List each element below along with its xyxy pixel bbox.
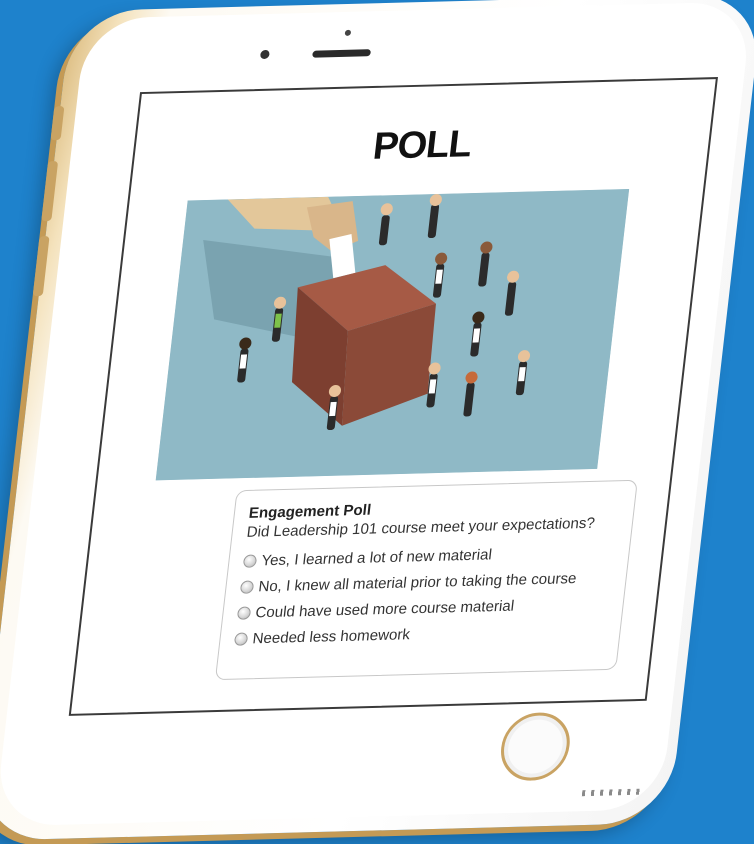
poll-option[interactable]: No, I knew all material prior to taking … — [239, 569, 613, 596]
smartphone-mockup: POLL Engagement Poll Did Leadership 101 … — [0, 0, 754, 841]
poll-option[interactable]: Needed less homework — [233, 621, 607, 648]
poll-option-label: Could have used more course material — [254, 597, 516, 622]
ballot-box-illustration — [155, 188, 630, 481]
phone-face: POLL Engagement Poll Did Leadership 101 … — [0, 1, 753, 827]
poll-option-label: No, I knew all material prior to taking … — [257, 570, 578, 596]
page-title: POLL — [370, 123, 474, 168]
radio-button[interactable] — [239, 580, 255, 594]
poll-card: Engagement Poll Did Leadership 101 cours… — [214, 479, 638, 681]
poll-option[interactable]: Could have used more course material — [236, 595, 610, 622]
poll-option[interactable]: Yes, I learned a lot of new material — [242, 543, 615, 570]
radio-button[interactable] — [233, 632, 249, 646]
voting-illustration-icon — [155, 188, 630, 481]
home-button[interactable] — [497, 711, 574, 782]
poll-option-label: Needed less homework — [251, 626, 411, 648]
phone-screen: POLL Engagement Poll Did Leadership 101 … — [68, 77, 718, 716]
front-camera-icon — [259, 49, 270, 60]
radio-button[interactable] — [236, 606, 252, 620]
earpiece-speaker — [312, 49, 372, 58]
poll-option-label: Yes, I learned a lot of new material — [260, 546, 493, 570]
radio-button[interactable] — [242, 554, 258, 568]
proximity-sensor — [344, 29, 352, 36]
